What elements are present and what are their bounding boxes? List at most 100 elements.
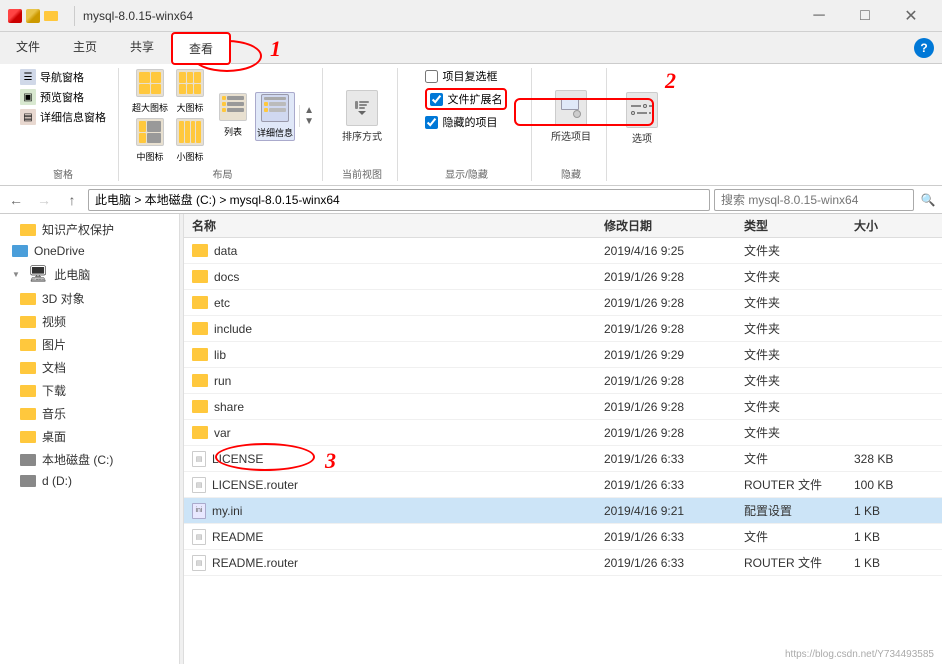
scroll-down-btn[interactable]: ▼	[304, 116, 314, 127]
hidden-items-checkbox-input[interactable]	[425, 116, 438, 129]
small-icon-btn[interactable]: 小图标	[171, 117, 209, 164]
file-list: 名称 修改日期 类型 大小 data 2019/4/16 9:25 文件夹 do…	[184, 214, 942, 664]
file-ext-row[interactable]: 文件扩展名	[425, 88, 507, 110]
detail-pane-icon: ▤	[20, 109, 36, 125]
table-row[interactable]: run 2019/1/26 9:28 文件夹	[184, 368, 942, 394]
sidebar-label: 图片	[42, 336, 66, 353]
table-row[interactable]: ▤ LICENSE.router 2019/1/26 6:33 ROUTER 文…	[184, 472, 942, 498]
file-date: 2019/1/26 9:28	[604, 322, 744, 336]
file-type: ROUTER 文件	[744, 554, 854, 571]
up-button[interactable]: ↑	[60, 188, 84, 212]
tab-view[interactable]: 查看	[171, 32, 231, 65]
sidebar-item-zscqbh[interactable]: 知识产权保护	[0, 218, 179, 241]
address-bar[interactable]	[88, 189, 710, 211]
table-row[interactable]: etc 2019/1/26 9:28 文件夹	[184, 290, 942, 316]
table-row[interactable]: var 2019/1/26 9:28 文件夹	[184, 420, 942, 446]
tab-home[interactable]: 主页	[57, 32, 114, 64]
sidebar-item-thispc[interactable]: ▼ 🖥 此电脑	[0, 261, 179, 287]
file-type: 文件夹	[744, 268, 854, 285]
sort-by-icon	[346, 90, 378, 126]
file-size: 328 KB	[854, 452, 934, 466]
main-layout: 知识产权保护 OneDrive ▼ 🖥 此电脑 3D 对象 视频 图片	[0, 214, 942, 664]
col-size[interactable]: 大小	[854, 217, 934, 234]
scroll-up-btn[interactable]: ▲	[304, 105, 314, 116]
title-text: mysql-8.0.15-winx64	[83, 9, 193, 23]
col-name[interactable]: 名称	[192, 217, 604, 234]
expand-chevron: ▼	[12, 270, 20, 279]
tab-share[interactable]: 共享	[114, 32, 171, 64]
current-view-content: 排序方式	[335, 68, 389, 164]
sort-by-button[interactable]: 排序方式	[335, 87, 389, 146]
item-checkbox-label: 项目复选框	[442, 68, 497, 84]
file-name-text: LICENSE.router	[212, 478, 298, 492]
preview-pane-button[interactable]: ▣ 预览窗格	[16, 88, 88, 106]
medium-icon	[136, 118, 164, 146]
table-row[interactable]: lib 2019/1/26 9:29 文件夹	[184, 342, 942, 368]
super-large-icon-btn[interactable]: 超大图标	[131, 68, 169, 115]
col-date[interactable]: 修改日期	[604, 217, 744, 234]
search-bar[interactable]	[714, 189, 914, 211]
layout-group-label: 布局	[212, 164, 232, 181]
hide-selected-button[interactable]: 所选项目	[544, 87, 598, 146]
file-name: ▤ README.router	[192, 555, 604, 571]
detail-pane-button[interactable]: ▤ 详细信息窗格	[16, 108, 110, 126]
file-date: 2019/1/26 6:33	[604, 530, 744, 544]
forward-button[interactable]: →	[32, 188, 56, 212]
table-row[interactable]: data 2019/4/16 9:25 文件夹	[184, 238, 942, 264]
item-checkbox-input[interactable]	[425, 70, 438, 83]
file-ext-checkbox-input[interactable]	[430, 93, 443, 106]
file-type: ROUTER 文件	[744, 476, 854, 493]
table-row[interactable]: ▤ README.router 2019/1/26 6:33 ROUTER 文件…	[184, 550, 942, 576]
details-btn[interactable]: 详细信息	[255, 92, 295, 141]
nav-pane-button[interactable]: ☰ 导航窗格	[16, 68, 88, 86]
back-button[interactable]: ←	[4, 188, 28, 212]
folder-icon	[192, 374, 208, 387]
maximize-button[interactable]: □	[842, 0, 888, 32]
sidebar-item-d-drive[interactable]: d (D:)	[0, 471, 179, 491]
hidden-items-row[interactable]: 隐藏的项目	[425, 114, 497, 130]
file-name-text: docs	[214, 270, 239, 284]
minimize-button[interactable]: ─	[796, 0, 842, 32]
large-icon	[176, 69, 204, 97]
tab-file[interactable]: 文件	[0, 32, 57, 64]
file-list-header: 名称 修改日期 类型 大小	[184, 214, 942, 238]
hidden-items-label: 隐藏的项目	[442, 114, 497, 130]
options-icon-inner	[631, 104, 653, 115]
sidebar-folder-icon	[20, 362, 36, 374]
table-row[interactable]: ▤ LICENSE 2019/1/26 6:33 文件 328 KB	[184, 446, 942, 472]
sidebar-item-download[interactable]: 下载	[0, 379, 179, 402]
title-bar: mysql-8.0.15-winx64 ─ □ ✕	[0, 0, 942, 32]
file-name: var	[192, 426, 604, 440]
medium-icon-btn[interactable]: 中图标	[131, 117, 169, 164]
file-type: 配置设置	[744, 502, 854, 519]
file-name: include	[192, 322, 604, 336]
ribbon-group-options: 选项 x	[611, 68, 673, 181]
sidebar-item-3d[interactable]: 3D 对象	[0, 287, 179, 310]
item-checkbox-row[interactable]: 项目复选框	[425, 68, 497, 84]
file-name: share	[192, 400, 604, 414]
help-button[interactable]: ?	[906, 32, 942, 64]
table-row[interactable]: include 2019/1/26 9:28 文件夹	[184, 316, 942, 342]
table-row[interactable]: share 2019/1/26 9:28 文件夹	[184, 394, 942, 420]
list-btn[interactable]: 列表	[213, 92, 253, 141]
sidebar-item-doc[interactable]: 文档	[0, 356, 179, 379]
col-type[interactable]: 类型	[744, 217, 854, 234]
sidebar-item-c-drive[interactable]: 本地磁盘 (C:)	[0, 448, 179, 471]
options-button[interactable]: 选项	[619, 89, 665, 148]
sidebar-item-desktop[interactable]: 桌面	[0, 425, 179, 448]
sidebar-item-video[interactable]: 视频	[0, 310, 179, 333]
pane-group-content: ☰ 导航窗格 ▣ 预览窗格 ▤ 详细信息窗格	[16, 68, 110, 164]
close-button[interactable]: ✕	[888, 0, 934, 32]
sidebar-item-onedrive[interactable]: OneDrive	[0, 241, 179, 261]
file-type: 文件	[744, 450, 854, 467]
sidebar-item-pic[interactable]: 图片	[0, 333, 179, 356]
file-date: 2019/1/26 9:28	[604, 296, 744, 310]
sidebar-item-music[interactable]: 音乐	[0, 402, 179, 425]
file-type: 文件夹	[744, 372, 854, 389]
table-row[interactable]: ini my.ini 2019/4/16 9:21 配置设置 1 KB	[184, 498, 942, 524]
table-row[interactable]: docs 2019/1/26 9:28 文件夹	[184, 264, 942, 290]
table-row[interactable]: ▤ README 2019/1/26 6:33 文件 1 KB	[184, 524, 942, 550]
large-icon-btn[interactable]: 大图标	[171, 68, 209, 115]
file-name: lib	[192, 348, 604, 362]
computer-icon: 🖥	[28, 264, 48, 284]
